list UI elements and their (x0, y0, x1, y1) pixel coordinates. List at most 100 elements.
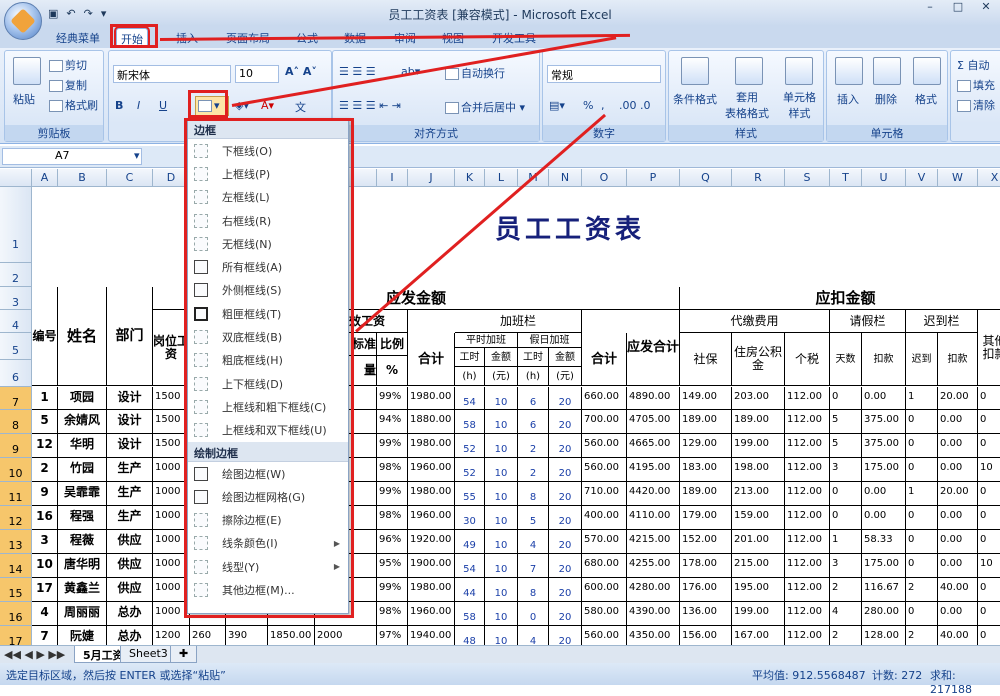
cell-V[interactable]: 0 (906, 434, 938, 458)
row-header[interactable]: 6 (0, 360, 32, 387)
cell-W[interactable]: 20.00 (938, 387, 978, 410)
cell-U[interactable]: 0.00 (862, 482, 906, 506)
row-header[interactable]: 3 (0, 287, 32, 310)
cell-J[interactable]: 1960.00 (408, 458, 455, 482)
column-header[interactable]: T (830, 169, 862, 187)
cell-R[interactable]: 199.00 (732, 602, 785, 626)
cell-L[interactable]: 10 (485, 578, 518, 602)
cell-O[interactable]: 580.00 (582, 602, 627, 626)
cell-L[interactable]: 10 (485, 554, 518, 578)
cell-N[interactable]: 20 (549, 602, 582, 626)
cell-P[interactable]: 4255.00 (627, 554, 680, 578)
cell-N[interactable]: 20 (549, 530, 582, 554)
column-header[interactable]: U (862, 169, 906, 187)
row-header[interactable]: 8 (0, 410, 32, 434)
cell-R[interactable]: 159.00 (732, 506, 785, 530)
cell-I[interactable]: 95% (377, 554, 408, 578)
phonetic-button[interactable]: 文 (295, 99, 306, 115)
row-header[interactable]: 14 (0, 554, 32, 578)
cell-V[interactable]: 0 (906, 602, 938, 626)
row-header[interactable]: 9 (0, 434, 32, 458)
cell-X[interactable]: 0 (978, 578, 1000, 602)
cell-P[interactable]: 4420.00 (627, 482, 680, 506)
cell-B[interactable]: 余婧风 (58, 410, 107, 434)
cell-N[interactable]: 20 (549, 578, 582, 602)
delete-cells-button[interactable]: 删除 (875, 91, 897, 107)
row-header[interactable]: 16 (0, 602, 32, 626)
insert-cells-button[interactable]: 插入 (837, 91, 859, 107)
cell-U[interactable]: 175.00 (862, 554, 906, 578)
cell-K[interactable]: 48 (455, 626, 485, 645)
cell-A[interactable]: 10 (32, 554, 58, 578)
cell-K[interactable]: 44 (455, 578, 485, 602)
cell-W[interactable]: 0.00 (938, 530, 978, 554)
cell-V[interactable]: 0 (906, 554, 938, 578)
cell-M[interactable]: 8 (518, 578, 549, 602)
cell-X[interactable]: 0 (978, 626, 1000, 645)
sheet-tab-sheet3[interactable]: Sheet3 (120, 646, 177, 663)
cell-C[interactable]: 设计 (107, 434, 153, 458)
cell-O[interactable]: 560.00 (582, 434, 627, 458)
cell-W[interactable]: 0.00 (938, 458, 978, 482)
column-header[interactable]: O (582, 169, 627, 187)
cell-K[interactable]: 30 (455, 506, 485, 530)
column-header[interactable]: I (377, 169, 408, 187)
cell-U[interactable]: 116.67 (862, 578, 906, 602)
cell-M[interactable]: 0 (518, 602, 549, 626)
cell-K[interactable]: 52 (455, 434, 485, 458)
name-box-dropdown-icon[interactable]: ▾ (134, 149, 140, 162)
cell-S[interactable]: 112.00 (785, 602, 830, 626)
italic-button[interactable]: I (137, 99, 140, 112)
cell-L[interactable]: 10 (485, 458, 518, 482)
office-button[interactable] (4, 2, 42, 40)
cell-B[interactable]: 阮婕 (58, 626, 107, 645)
cell-I[interactable]: 98% (377, 602, 408, 626)
cell-A[interactable]: 5 (32, 410, 58, 434)
cell-O[interactable]: 710.00 (582, 482, 627, 506)
cell-A[interactable]: 16 (32, 506, 58, 530)
grow-font-icon[interactable]: A˄ A˅ (285, 65, 317, 78)
cell-B[interactable]: 华明 (58, 434, 107, 458)
conditional-format-icon[interactable] (681, 57, 709, 85)
cell-K[interactable]: 49 (455, 530, 485, 554)
cell-P[interactable]: 4705.00 (627, 410, 680, 434)
cell-T[interactable]: 0 (830, 387, 862, 410)
row-header[interactable]: 7 (0, 387, 32, 410)
cell-I[interactable]: 99% (377, 482, 408, 506)
cell-M[interactable]: 5 (518, 506, 549, 530)
bold-button[interactable]: B (115, 99, 123, 112)
cell-E[interactable]: 260 (190, 626, 226, 645)
cell-M[interactable]: 7 (518, 554, 549, 578)
percent-button[interactable]: % (583, 99, 593, 112)
copy-button[interactable]: 复制 (49, 77, 87, 93)
cell-F[interactable]: 390 (226, 626, 268, 645)
decimal-icon[interactable]: .00 .0 (619, 99, 651, 112)
cell-X[interactable]: 10 (978, 458, 1000, 482)
cell-V[interactable]: 0 (906, 410, 938, 434)
cell-U[interactable]: 58.33 (862, 530, 906, 554)
column-header[interactable]: N (549, 169, 582, 187)
cell-A[interactable]: 4 (32, 602, 58, 626)
cell-O[interactable]: 400.00 (582, 506, 627, 530)
cell-Q[interactable]: 152.00 (680, 530, 732, 554)
table-format-button[interactable]: 套用 表格格式 (725, 89, 769, 121)
cell-J[interactable]: 1960.00 (408, 506, 455, 530)
cell-P[interactable]: 4195.00 (627, 458, 680, 482)
cell-V[interactable]: 1 (906, 482, 938, 506)
cell-J[interactable]: 1940.00 (408, 626, 455, 645)
cell-K[interactable]: 52 (455, 458, 485, 482)
cell-V[interactable]: 2 (906, 578, 938, 602)
cell-K[interactable]: 58 (455, 410, 485, 434)
fill-button[interactable]: 填充 (957, 77, 995, 93)
column-header[interactable]: P (627, 169, 680, 187)
cell-U[interactable]: 0.00 (862, 387, 906, 410)
column-header[interactable]: Q (680, 169, 732, 187)
cell-A[interactable]: 9 (32, 482, 58, 506)
cell-C[interactable]: 设计 (107, 410, 153, 434)
redo-icon[interactable]: ↷ (82, 7, 95, 20)
cell-Q[interactable]: 176.00 (680, 578, 732, 602)
row-header[interactable]: 1 (0, 187, 32, 263)
cell-S[interactable]: 112.00 (785, 482, 830, 506)
insert-cells-icon[interactable] (835, 57, 863, 85)
cell-J[interactable]: 1880.00 (408, 410, 455, 434)
